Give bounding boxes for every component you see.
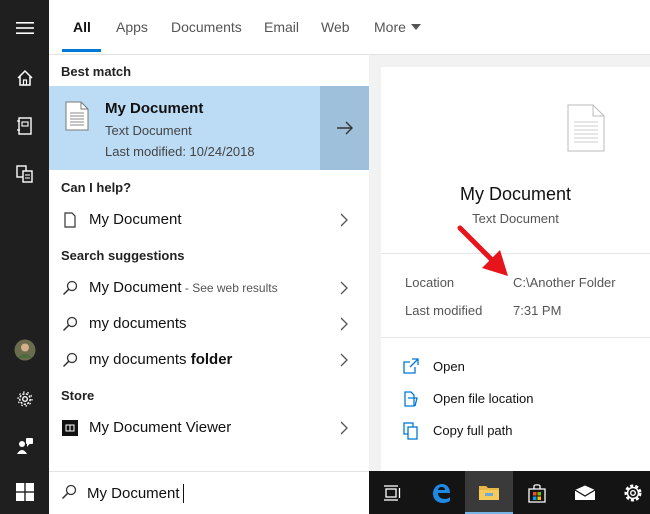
chevron-right-icon	[340, 213, 348, 227]
help-item-label: My Document	[89, 211, 182, 228]
avatar	[14, 339, 35, 361]
divider	[381, 253, 650, 254]
last-modified-value: 7:31 PM	[513, 303, 562, 318]
file-explorer-icon	[479, 485, 499, 500]
settings-button[interactable]	[0, 379, 49, 419]
store-item-label: My Document Viewer	[89, 419, 232, 436]
tab-more-label: More	[374, 19, 406, 35]
home-icon	[16, 69, 33, 86]
suggestion-item[interactable]: my documents	[49, 306, 369, 342]
chevron-right-icon	[340, 317, 348, 331]
active-tab-indicator	[62, 49, 101, 52]
last-modified-label: Last modified	[405, 303, 483, 318]
settings-icon	[624, 484, 642, 501]
suggestion-label: my documents	[89, 315, 187, 332]
suggestion-item[interactable]: my documents folder	[49, 342, 369, 378]
help-item[interactable]: My Document	[49, 202, 369, 238]
search-icon	[61, 351, 79, 369]
tab-web[interactable]: Web	[321, 19, 350, 35]
best-match-modified: Last modified: 10/24/2018	[105, 144, 255, 159]
start-button[interactable]	[0, 472, 49, 512]
suggestion-bold-text: folder	[190, 351, 233, 368]
suggestion-text: My Document	[89, 279, 182, 296]
taskbar	[369, 471, 650, 514]
preview-title: My Document	[459, 184, 572, 204]
best-match-type: Text Document	[105, 123, 192, 138]
search-input[interactable]	[87, 480, 357, 506]
section-can-i-help: Can I help?	[61, 180, 132, 195]
text-document-icon	[567, 104, 605, 152]
store-item[interactable]: My Document Viewer	[49, 410, 369, 446]
suggestion-text: my documents	[89, 351, 191, 368]
divider	[381, 337, 650, 338]
tab-documents[interactable]: Documents	[171, 19, 242, 35]
tab-apps[interactable]: Apps	[116, 19, 148, 35]
best-match-item[interactable]: My Document Text Document Last modified:…	[49, 86, 369, 170]
open-icon	[403, 358, 419, 374]
section-best-match: Best match	[61, 64, 132, 79]
copy-full-path-label: Copy full path	[433, 423, 513, 438]
left-rail	[0, 0, 49, 514]
text-document-icon	[65, 101, 89, 131]
preview-type: Text Document	[472, 211, 559, 226]
task-view-button[interactable]	[369, 471, 417, 514]
chevron-right-icon	[340, 281, 348, 295]
documents-button[interactable]	[0, 154, 49, 194]
hamburger-icon	[15, 22, 34, 34]
mail-icon	[574, 485, 596, 500]
suggestion-text: my documents	[89, 315, 187, 332]
home-button[interactable]	[0, 58, 49, 98]
windows-icon	[15, 483, 34, 501]
hamburger-button[interactable]	[0, 8, 49, 48]
edge-icon	[433, 483, 450, 503]
results-list: Best match My Document Text Document Las…	[49, 55, 369, 471]
tab-email[interactable]: Email	[264, 19, 299, 35]
suggestion-hint: - See web results	[181, 281, 278, 295]
settings-icon	[16, 391, 33, 407]
edge-button[interactable]	[417, 471, 465, 514]
mail-button[interactable]	[561, 471, 609, 514]
tab-more[interactable]: More	[374, 19, 421, 37]
filter-tabs: All Apps Documents Email Web More	[49, 0, 650, 55]
task-view-icon	[384, 484, 401, 501]
notebook-button[interactable]	[0, 106, 49, 146]
notebook-icon	[16, 117, 32, 135]
avatar-button[interactable]	[0, 330, 49, 370]
suggestion-label: my documents folder	[89, 351, 232, 368]
document-icon	[61, 211, 79, 229]
location-label: Location	[405, 275, 455, 290]
best-match-main[interactable]: My Document Text Document Last modified:…	[49, 86, 320, 170]
suggestion-label: My Document - See web results	[89, 279, 278, 296]
arrow-right-icon	[336, 121, 353, 135]
annotation-arrow-icon	[457, 225, 508, 276]
tab-all[interactable]: All	[73, 19, 91, 35]
store-app-icon	[61, 419, 79, 437]
chevron-right-icon	[340, 353, 348, 367]
documents-icon	[15, 165, 33, 183]
copy-icon	[403, 422, 418, 440]
section-search-suggestions: Search suggestions	[61, 248, 185, 263]
settings-taskbar-button[interactable]	[609, 471, 650, 514]
best-match-title: My Document	[105, 100, 204, 117]
feedback-icon	[16, 438, 33, 454]
search-box	[49, 471, 369, 514]
preview-pane: My Document Text Document Location C:\An…	[381, 67, 650, 471]
file-explorer-button[interactable]	[465, 471, 513, 514]
location-value: C:\Another Folder	[513, 275, 616, 290]
chevron-right-icon	[340, 421, 348, 435]
search-icon	[61, 279, 79, 297]
folder-location-icon	[404, 391, 418, 407]
section-store: Store	[61, 388, 95, 403]
open-file-location-label: Open file location	[433, 391, 534, 406]
store-icon	[528, 483, 546, 503]
text-cursor	[183, 484, 184, 503]
search-icon	[61, 315, 79, 333]
chevron-down-icon	[410, 24, 421, 30]
store-button[interactable]	[513, 471, 561, 514]
search-icon	[61, 484, 77, 500]
expand-preview-button[interactable]	[320, 86, 369, 170]
suggestion-item[interactable]: My Document - See web results	[49, 270, 369, 306]
open-action-label: Open	[433, 359, 465, 374]
feedback-button[interactable]	[0, 426, 49, 466]
